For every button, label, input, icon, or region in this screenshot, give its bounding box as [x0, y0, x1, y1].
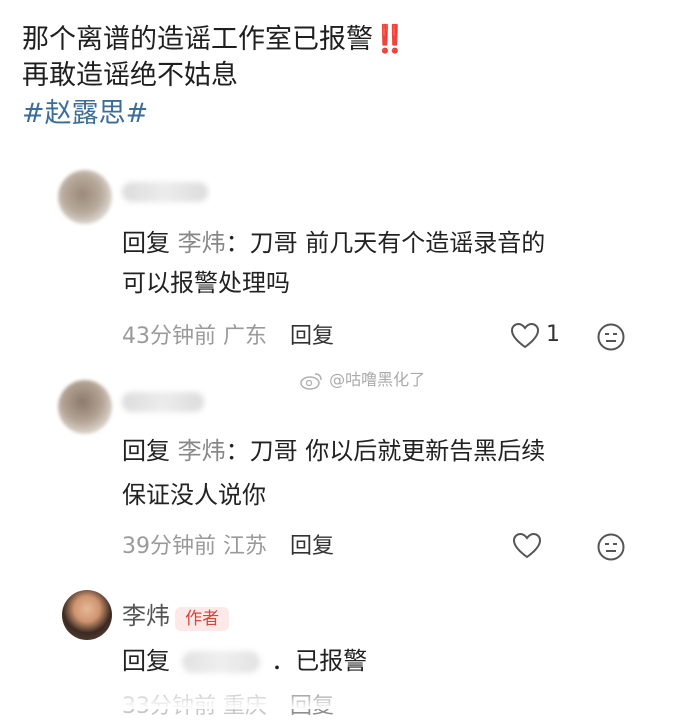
reply-prefix: 回复 [122, 437, 170, 465]
comment-text-line-2: 保证没人说你 [122, 481, 266, 509]
comment-meta: 39分钟前 江苏 回复 [122, 532, 334, 562]
username-blurred [122, 392, 204, 412]
watermark: @咕噜黑化了 [300, 366, 425, 391]
hashtag-link[interactable]: #赵露思# [22, 96, 148, 132]
comment-text: 回复 李炜：刀哥 你以后就更新告黑后续 [122, 432, 545, 470]
comment-text: 回复 ．已报警 [122, 642, 367, 680]
author-name[interactable]: 李炜 [122, 602, 170, 630]
reply-button[interactable]: 回复 [290, 534, 334, 559]
author-badge: 作者 [175, 607, 230, 631]
author-avatar[interactable] [62, 590, 112, 640]
comment-text-suffix: ．已报警 [271, 647, 368, 675]
double-exclamation-mark: ‼️ [373, 24, 407, 55]
reply-button[interactable]: 回复 [290, 324, 334, 349]
heart-icon [512, 532, 542, 559]
comment-text-line-2: 可以报警处理吗 [122, 269, 290, 297]
like-button[interactable] [510, 322, 540, 354]
emoji-reaction-button[interactable] [596, 532, 626, 566]
username-blurred [122, 182, 208, 202]
author-header: 李炜 作者 [122, 596, 230, 631]
timestamp: 43分钟前 [122, 324, 216, 349]
weibo-logo-icon [300, 372, 322, 390]
reply-target-name[interactable]: 李炜 [178, 229, 226, 257]
reply-target-name[interactable]: 李炜 [178, 437, 226, 465]
comment-text-line-1: ：刀哥 前几天有个造谣录音的 [225, 229, 546, 257]
bottom-fade [0, 691, 690, 709]
location: 江苏 [223, 534, 268, 559]
emoji-face-icon [597, 323, 625, 351]
emoji-reaction-button[interactable] [596, 322, 626, 356]
reply-target-blurred [181, 651, 260, 673]
location: 广东 [223, 324, 268, 349]
post-text-line-1: 那个离谱的造谣工作室已报警 [22, 24, 373, 55]
emoji-face-icon [597, 533, 625, 561]
post-line-1: 那个离谱的造谣工作室已报警‼️ [22, 22, 407, 58]
reply-prefix: 回复 [122, 647, 170, 675]
avatar[interactable] [58, 380, 112, 434]
like-button[interactable] [512, 532, 542, 564]
like-count: 1 [546, 322, 560, 347]
comment-meta: 43分钟前 广东 回复 [122, 322, 334, 352]
comment-text: 回复 李炜：刀哥 前几天有个造谣录音的 [122, 224, 545, 262]
timestamp: 39分钟前 [122, 534, 216, 559]
comment-text-line-1: ：刀哥 你以后就更新告黑后续 [225, 437, 546, 465]
reply-prefix: 回复 [122, 229, 170, 257]
watermark-text: @咕噜黑化了 [329, 370, 426, 389]
heart-icon [510, 322, 540, 349]
avatar[interactable] [58, 170, 112, 224]
post-line-2: 再敢造谣绝不姑息 [22, 60, 238, 91]
